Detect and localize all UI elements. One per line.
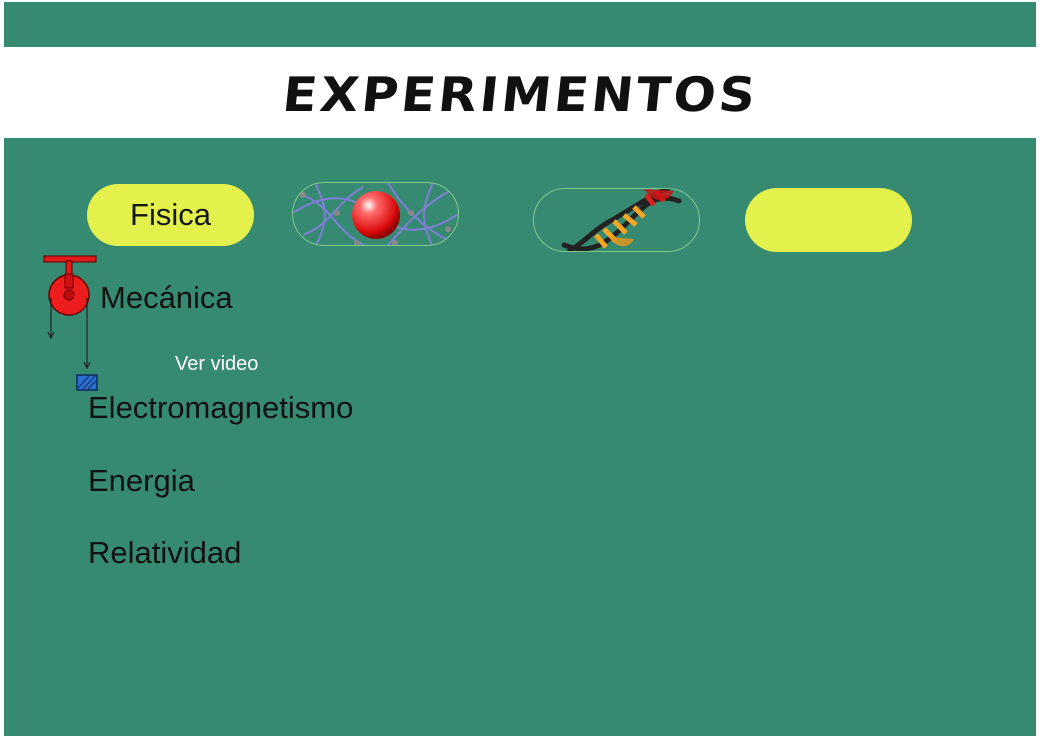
tab-fisica[interactable]: Fisica [87,184,254,246]
page-frame: EXPERIMENTOS [4,2,1036,736]
atom-icon [293,183,458,245]
tab-quimica[interactable] [292,182,459,246]
pulley-icon [43,255,98,391]
page-title: EXPERIMENTOS [279,66,761,123]
ver-video-link[interactable]: Ver video [175,353,258,376]
topic-relatividad[interactable]: Relatividad [88,535,241,571]
tab-fisica-label: Fisica [130,197,211,232]
dna-icon [561,189,682,251]
tab-biologia[interactable] [533,188,700,252]
topic-energia[interactable]: Energia [88,463,195,499]
topic-mecanica[interactable]: Mecánica [100,280,233,316]
tab-extra[interactable] [745,188,912,252]
page-header: EXPERIMENTOS [4,47,1036,138]
topic-electromagnetismo[interactable]: Electromagnetismo [88,390,353,426]
